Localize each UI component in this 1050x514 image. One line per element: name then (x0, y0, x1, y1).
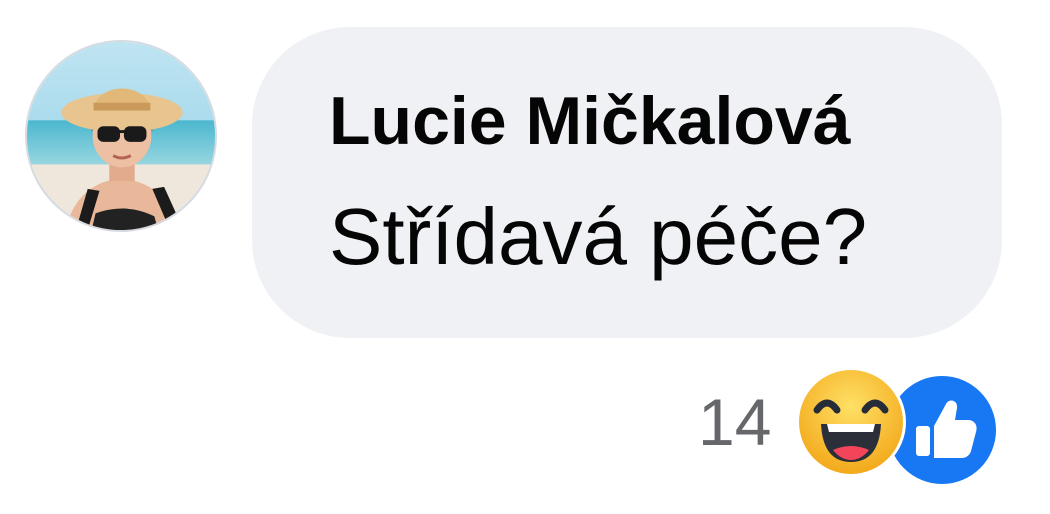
comment-text: Střídavá péče? (329, 192, 868, 281)
comment-author[interactable]: Lucie Mičkalová (329, 87, 851, 155)
reaction-summary[interactable]: 14 (698, 366, 1010, 484)
haha-icon (795, 366, 907, 478)
comment-bubble: Lucie Mičkalová Střídavá péče? (252, 27, 1002, 338)
avatar[interactable] (25, 40, 217, 232)
reaction-count: 14 (698, 385, 772, 459)
avatar-image (27, 42, 215, 230)
